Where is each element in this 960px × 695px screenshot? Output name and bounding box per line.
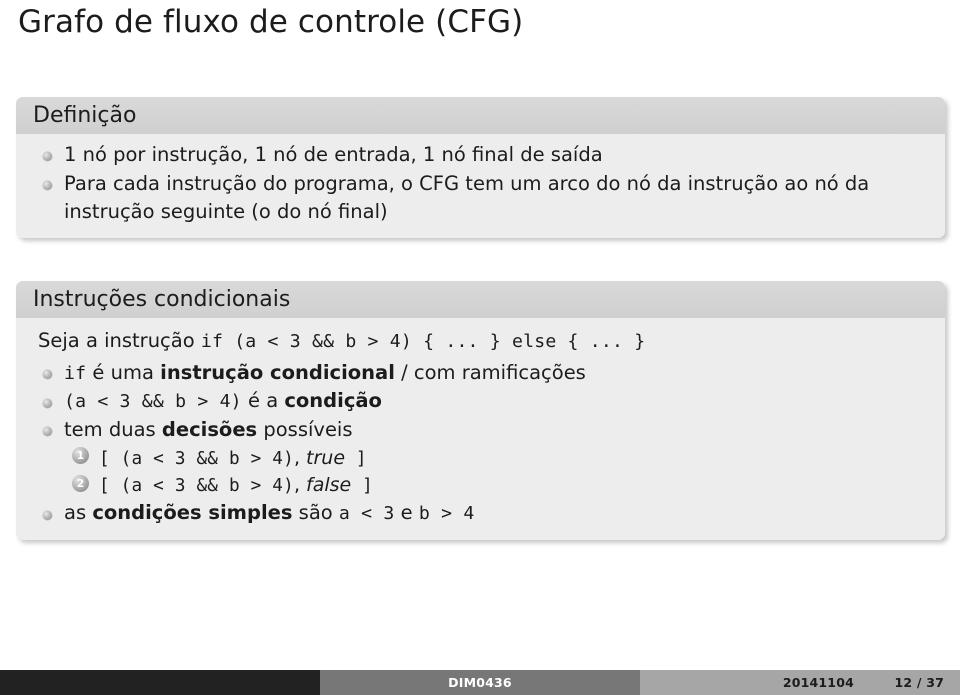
item-text-b: são [292,501,339,525]
footer-date-label: 20141104 [782,675,854,690]
item-bold-term: condições simples [92,501,293,525]
decisoes-enumerate-list: 1 [ (a < 3 && b > 4), true ] 2 [ (a < 3 &&… [64,445,931,499]
item-bold-term: decisões [161,418,258,442]
footer-course-segment: DIM0436 [320,670,640,695]
block-instrucoes-condicionais: Instruções condicionais Seja a instrução… [16,281,945,541]
item-code-end: b > 4 [418,503,475,525]
bullet-ball-icon [43,398,52,408]
slide-footer: DIM0436 20141104 12 / 37 [0,670,960,695]
decision-open-bracket: [ [99,476,121,497]
decision-code: (a < 3 && b > 4) [120,448,294,469]
block-definicao: Definição 1 nó por instrução, 1 nó de en… [16,97,945,239]
item-code-lead: (a < 3 && b > 4) [64,391,242,413]
footer-author-segment [0,670,320,695]
item-text-a: é uma [86,360,161,384]
decision-code: (a < 3 && b > 4) [120,476,294,497]
item-code-mid: a < 3 [338,503,395,525]
list-item: Para cada instrução do programa, o CFG t… [33,170,931,225]
list-item: 2 [ (a < 3 && b > 4), false ] [64,472,931,498]
bullet-ball-icon [43,369,52,379]
block-condicionais-title: Instruções condicionais [16,281,945,319]
item-text-a: é a [241,389,285,413]
block-definicao-body: 1 nó por instrução, 1 nó de entrada, 1 n… [16,134,945,239]
footer-meta-segment: 20141104 12 / 37 [640,670,960,695]
decision-close-bracket: ] [351,476,373,497]
bullet-ball-icon [43,181,52,191]
list-item: as condições simples são a < 3 e b > 4 [33,499,931,527]
item-bold-term: instrução condicional [160,360,395,384]
item-text-b: / com ramificações [394,360,586,384]
item-code-lead: if [64,362,87,384]
bullet-ball-icon [43,427,52,437]
list-item-text: Para cada instrução do programa, o CFG t… [64,171,870,223]
lead-code-snippet: if (a < 3 && b > 4) { ... } else { ... } [200,331,646,353]
item-text-a: as [64,501,93,525]
decision-comma: , [293,446,307,469]
block-condicionais-body: Seja a instrução if (a < 3 && b > 4) { .… [16,318,945,541]
decision-open-bracket: [ [99,448,121,469]
list-item: 1 nó por instrução, 1 nó de entrada, 1 n… [33,141,931,169]
block-definicao-title: Definição [16,97,945,135]
footer-page-number: 12 / 37 [894,675,944,690]
lead-prefix-text: Seja a instrução [38,329,201,353]
bullet-ball-icon [43,510,52,520]
item-text-c: e [394,501,419,525]
list-item: 1 [ (a < 3 && b > 4), true ] [64,445,931,471]
enumerate-badge-icon: 1 [72,447,89,465]
condicionais-lead-line: Seja a instrução if (a < 3 && b > 4) { .… [33,325,931,358]
definicao-item-list: 1 nó por instrução, 1 nó de entrada, 1 n… [33,141,931,225]
enumerate-badge-icon: 2 [72,474,89,492]
bullet-ball-icon [43,152,52,162]
list-item: if é uma instrução condicional / com ram… [33,359,931,387]
list-item: (a < 3 && b > 4) é a condição [33,387,931,415]
item-text-b: possíveis [257,418,353,442]
item-bold-term: condição [284,389,382,413]
decision-close-bracket: ] [345,448,367,469]
condicionais-item-list: if é uma instrução condicional / com ram… [33,359,931,528]
footer-course-label: DIM0436 [448,675,512,690]
page-title: Grafo de fluxo de controle (CFG) [18,4,524,40]
decision-value: true [306,446,346,469]
list-item-text: 1 nó por instrução, 1 nó de entrada, 1 n… [64,143,603,167]
item-text-a: tem duas [64,418,162,442]
decision-value: false [306,474,352,497]
list-item: tem duas decisões possíveis 1 [ (a < 3 &&… [33,416,931,498]
decision-comma: , [293,474,307,497]
